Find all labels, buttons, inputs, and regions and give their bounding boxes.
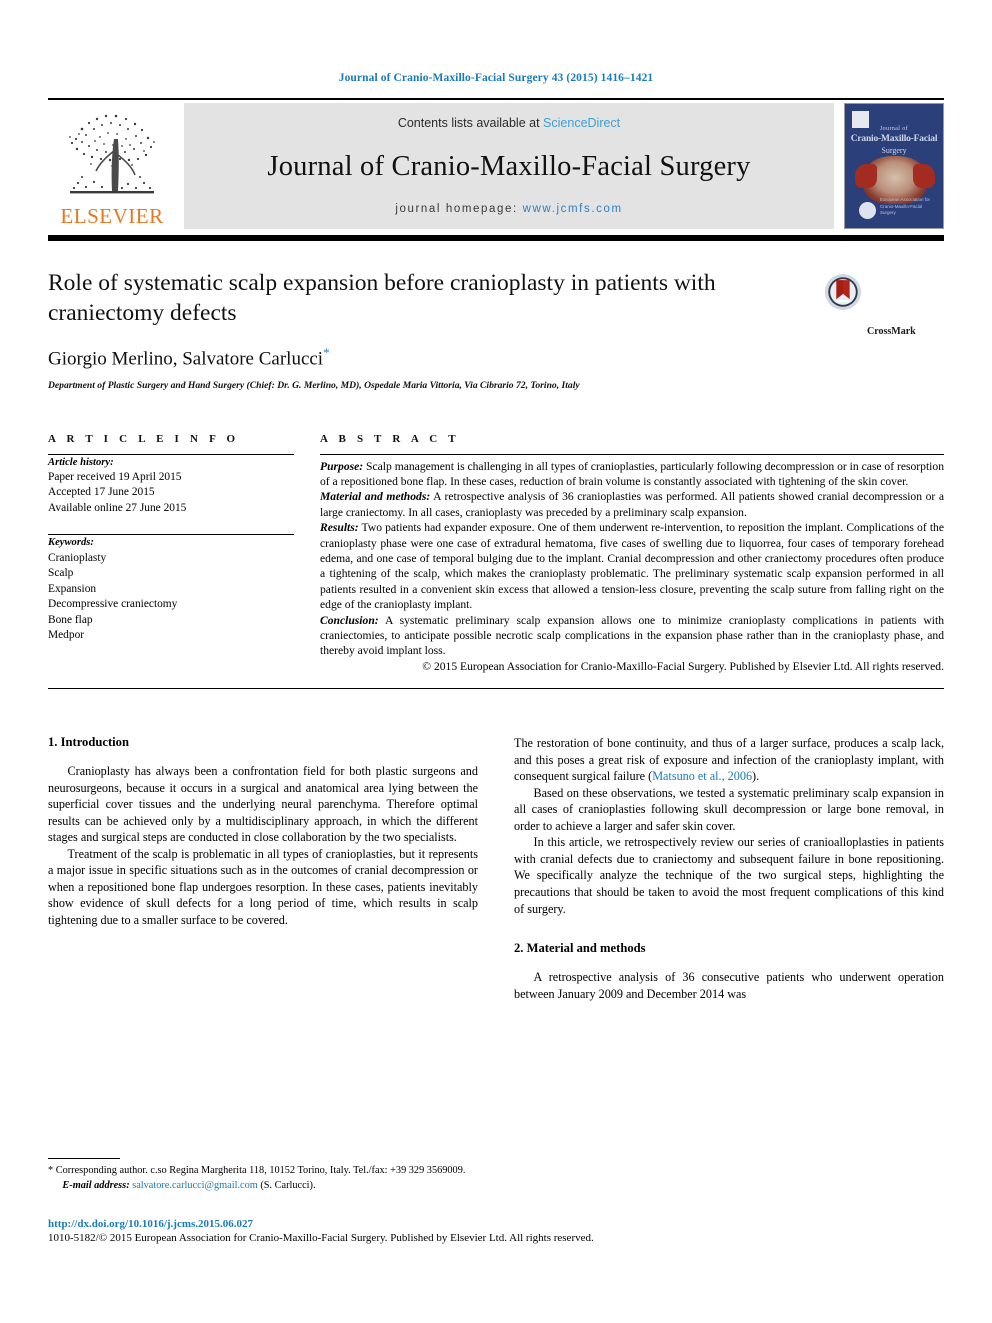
page-title: Role of systematic scalp expansion befor… xyxy=(48,270,716,326)
abstract-section-label: Purpose: xyxy=(320,459,364,473)
title-block: Role of systematic scalp expansion befor… xyxy=(48,269,944,391)
elsevier-tree-icon xyxy=(69,114,155,194)
keyword-item: Bone flap xyxy=(48,613,93,626)
masthead-top-rule xyxy=(48,98,944,100)
cover-society-text: European Association for Cranio-Maxillo-… xyxy=(880,196,931,216)
paragraph: Cranioplasty has always been a confronta… xyxy=(48,764,478,845)
homepage-url-link[interactable]: www.jcmfs.com xyxy=(523,203,623,215)
abstract-section-label: Material and methods: xyxy=(320,490,431,504)
doi-link[interactable]: http://dx.doi.org/10.1016/j.jcms.2015.06… xyxy=(48,1218,948,1230)
crossmark-badge[interactable]: CrossMark xyxy=(824,269,944,391)
journal-cover-thumbnail[interactable]: Journal of Cranio-Maxillo-Facial Surgery… xyxy=(844,103,944,229)
author-names: Giorgio Merlino, Salvatore Carlucci xyxy=(48,348,324,370)
masthead-bottom-bar xyxy=(48,235,944,241)
cover-seal-icon xyxy=(859,202,876,219)
running-head: Journal of Cranio-Maxillo-Facial Surgery… xyxy=(338,72,654,84)
email-suffix: (S. Carlucci). xyxy=(260,1179,316,1191)
info-abstract-region: A R T I C L E I N F O Article history: P… xyxy=(48,433,944,675)
footnote-rule xyxy=(48,1158,120,1159)
corresponding-author-note: * Corresponding author. c.so Regina Marg… xyxy=(48,1165,466,1176)
abstract-section: Conclusion: A systematic preliminary sca… xyxy=(320,613,944,659)
citation-link[interactable]: Matsuno et al., 2006 xyxy=(652,769,752,783)
elsevier-logo: ELSEVIER xyxy=(48,103,176,229)
paper-page: Journal of Cranio-Maxillo-Facial Surgery… xyxy=(0,0,992,1323)
paragraph: Treatment of the scalp is problematic in… xyxy=(48,846,478,928)
keyword-item: Cranioplasty xyxy=(48,551,107,564)
history-item: Accepted 17 June 2015 xyxy=(48,486,155,499)
keyword-item: Medpor xyxy=(48,629,85,642)
issn-copyright-line: 1010-5182/© 2015 European Association fo… xyxy=(48,1232,594,1244)
paragraph: Based on these observations, we tested a… xyxy=(514,785,944,833)
body-columns: 1. Introduction Cranioplasty has always … xyxy=(48,735,944,1002)
cover-line-2: Cranio-Maxillo-Facial xyxy=(850,134,938,144)
homepage-prefix: journal homepage: xyxy=(395,203,518,215)
body-separator-rule xyxy=(48,688,944,690)
email-note: E-mail address: salvatore.carlucci@gmail… xyxy=(48,1180,470,1191)
journal-title: Journal of Cranio-Maxillo-Facial Surgery xyxy=(267,150,751,182)
journal-band: Contents lists available at ScienceDirec… xyxy=(184,103,834,229)
body-column-left: 1. Introduction Cranioplasty has always … xyxy=(48,735,478,1002)
email-label: E-mail address: xyxy=(62,1179,130,1191)
abstract-section: Material and methods: A retrospective an… xyxy=(320,489,944,520)
cover-line-3: Surgery xyxy=(881,146,907,155)
keyword-item: Expansion xyxy=(48,582,97,595)
sciencedirect-link[interactable]: ScienceDirect xyxy=(543,116,620,130)
history-item: Paper received 19 April 2015 xyxy=(48,470,182,483)
article-history-label: Article history: xyxy=(48,456,114,468)
body-column-right: The restoration of bone continuity, and … xyxy=(514,735,944,1002)
paragraph: In this article, we retrospectively revi… xyxy=(514,835,944,916)
contents-available-line: Contents lists available at ScienceDirec… xyxy=(398,116,620,130)
corresponding-author-marker[interactable]: * xyxy=(323,345,330,360)
author-list: Giorgio Merlino, Salvatore Carlucci* xyxy=(48,345,806,370)
affiliation: Department of Plastic Surgery and Hand S… xyxy=(48,379,580,391)
history-item: Available online 27 June 2015 xyxy=(48,501,187,514)
crossmark-icon xyxy=(824,273,862,311)
abstract-body: Purpose: Scalp management is challenging… xyxy=(320,459,944,675)
publisher-footer: http://dx.doi.org/10.1016/j.jcms.2015.06… xyxy=(48,1218,948,1244)
keywords-rule xyxy=(48,534,294,536)
section-heading-introduction: 1. Introduction xyxy=(48,735,129,750)
keywords-label: Keywords: xyxy=(48,537,94,549)
article-info-rule xyxy=(48,453,294,455)
paragraph-continued: The restoration of bone continuity, and … xyxy=(514,735,944,785)
cover-line-1: Journal of xyxy=(879,126,909,132)
article-info-column: A R T I C L E I N F O Article history: P… xyxy=(48,433,294,675)
email-link[interactable]: salvatore.carlucci@gmail.com xyxy=(132,1180,258,1191)
abstract-section-label: Results: xyxy=(320,521,359,535)
abstract-rule xyxy=(320,453,944,455)
keyword-item: Decompressive craniectomy xyxy=(48,598,178,611)
abstract-section-text: Scalp management is challenging in all t… xyxy=(320,459,944,488)
journal-homepage-line: journal homepage: www.jcmfs.com xyxy=(395,203,622,215)
contents-prefix: Contents lists available at xyxy=(397,116,540,130)
footnote-block: * Corresponding author. c.so Regina Marg… xyxy=(48,1158,470,1191)
keywords-block: Keywords: Cranioplasty Scalp Expansion D… xyxy=(48,527,294,643)
abstract-section-text: Two patients had expander exposure. One … xyxy=(320,521,944,612)
article-history: Article history: Paper received 19 April… xyxy=(48,456,294,517)
paragraph-continued-post: ). xyxy=(752,769,760,784)
abstract-column: A B S T R A C T Purpose: Scalp managemen… xyxy=(320,433,944,675)
abstract-section-text: A systematic preliminary scalp expansion… xyxy=(320,613,944,658)
paragraph: A retrospective analysis of 36 consecuti… xyxy=(514,970,944,1001)
abstract-section-label: Conclusion: xyxy=(320,613,379,627)
article-info-heading: A R T I C L E I N F O xyxy=(48,432,240,445)
section-heading-material-and-methods: 2. Material and methods xyxy=(514,941,646,956)
abstract-section: Results: Two patients had expander expos… xyxy=(320,520,944,612)
crossmark-label: CrossMark xyxy=(867,326,916,338)
abstract-copyright: © 2015 European Association for Cranio-M… xyxy=(422,659,944,673)
abstract-section: Purpose: Scalp management is challenging… xyxy=(320,459,944,490)
elsevier-wordmark: ELSEVIER xyxy=(60,204,164,228)
journal-masthead: ELSEVIER Contents lists available at Sci… xyxy=(48,103,944,229)
abstract-heading: A B S T R A C T xyxy=(320,432,460,445)
keyword-item: Scalp xyxy=(48,567,74,580)
